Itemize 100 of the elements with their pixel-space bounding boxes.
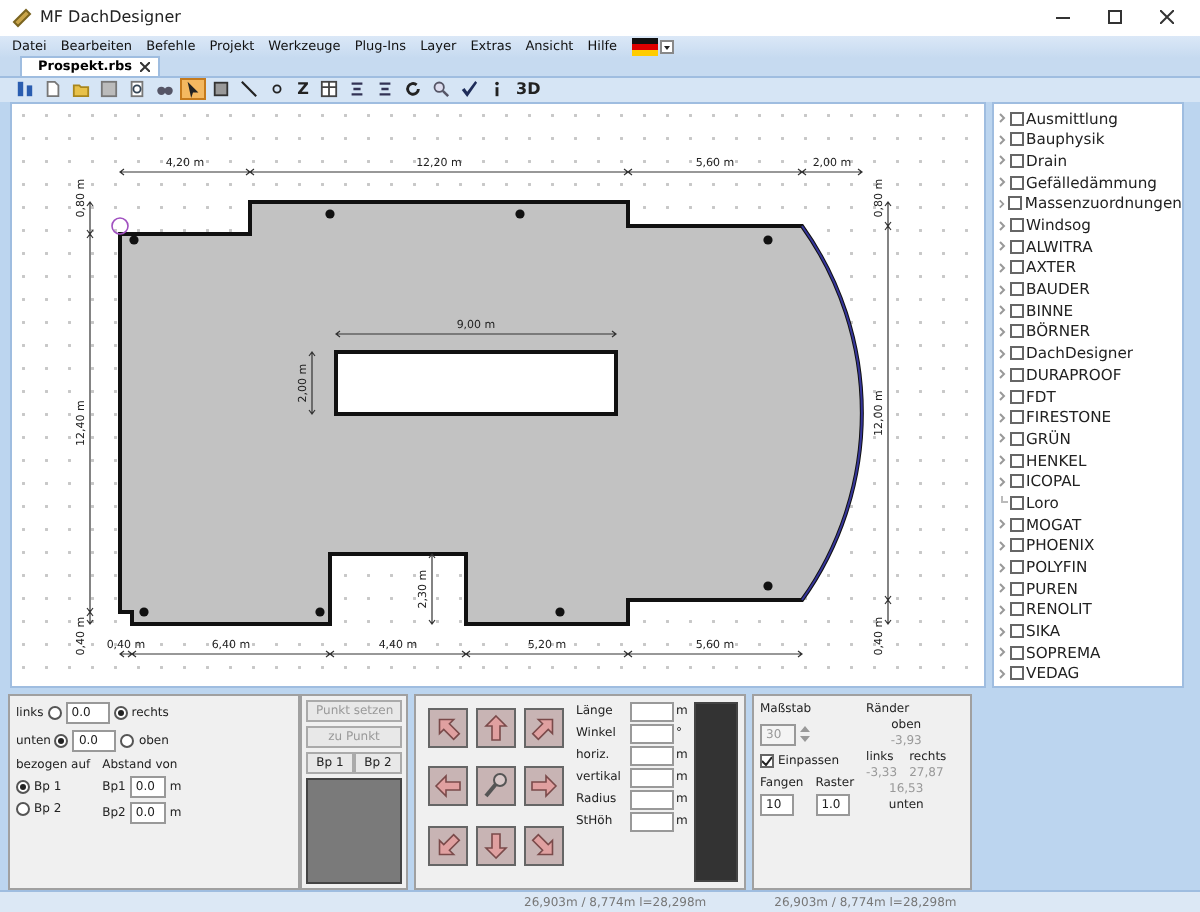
arrow-button[interactable] [524,707,564,748]
arrow-icon [482,713,510,742]
checkbox[interactable] [1010,410,1024,425]
expand-icon[interactable] [998,304,1008,317]
checkbox[interactable] [1010,645,1024,660]
checkbox[interactable] [1010,239,1024,254]
expand-icon[interactable] [998,561,1008,573]
checkbox[interactable] [1010,111,1024,126]
checkbox[interactable] [1010,175,1024,190]
checkbox[interactable] [1010,389,1024,403]
expand-icon[interactable] [998,539,1008,552]
checkbox[interactable] [1010,581,1024,596]
input-field[interactable] [630,767,674,788]
expand-icon[interactable] [998,154,1008,167]
layers-tool-button[interactable] [12,78,38,101]
checkbox[interactable] [1010,324,1024,339]
checkbox[interactable] [1010,431,1024,446]
checkbox[interactable] [1010,624,1024,639]
flag-icon[interactable] [631,37,658,56]
radio-button[interactable] [113,705,128,720]
expand-icon[interactable] [998,667,1008,680]
radio-button[interactable] [16,779,30,794]
arrow-button[interactable] [428,766,468,807]
expand-icon[interactable] [998,475,1008,488]
expand-icon[interactable] [998,432,1008,445]
dimension-line [428,552,436,625]
toolbar-button[interactable]: 3D [512,78,545,101]
dimension-line [308,350,316,415]
checkbox[interactable] [1010,495,1024,510]
input-field[interactable] [630,745,674,766]
expand-icon[interactable] [998,347,1008,360]
validate-icon [460,80,478,99]
select-tool-button[interactable] [180,78,206,101]
expand-icon[interactable] [998,240,1008,253]
app-icon [12,7,32,28]
expand-icon[interactable] [998,368,1008,381]
arrow-button[interactable] [524,766,564,807]
folder-icon [72,80,90,99]
checkbox[interactable] [1010,346,1024,361]
checkbox[interactable] [1010,474,1024,489]
expand-icon[interactable] [998,283,1008,296]
expand-icon[interactable] [998,197,1007,210]
checkbox[interactable] [1010,560,1024,574]
dropdown-icon[interactable] [659,39,674,54]
expand-icon[interactable] [998,411,1008,424]
radio-button[interactable] [54,733,69,748]
close-icon[interactable] [140,61,150,72]
radio-button[interactable] [47,705,62,720]
radio-button[interactable] [120,733,135,748]
key-icon [482,772,510,801]
checkbox[interactable] [1010,260,1024,275]
expand-icon[interactable] [998,454,1008,467]
expand-icon[interactable] [998,582,1008,595]
checkbox[interactable] [760,753,774,768]
input-field[interactable] [630,701,674,722]
checkbox[interactable] [1010,666,1024,681]
expand-icon[interactable] [998,176,1008,189]
input-field[interactable] [630,811,674,832]
expand-icon[interactable] [998,390,1008,402]
checkbox[interactable] [1010,132,1024,147]
expand-icon[interactable] [998,518,1008,531]
checkbox[interactable] [1008,196,1023,211]
expand-icon[interactable] [998,112,1008,125]
checkbox[interactable] [1010,303,1024,318]
expand-icon[interactable] [998,646,1008,659]
checkbox[interactable] [1010,282,1024,297]
toolbar-button[interactable]: Z [292,78,314,101]
radio-button[interactable] [16,801,30,816]
arrow-button[interactable] [428,707,468,748]
arrow-button[interactable] [476,825,516,866]
checkbox[interactable] [1010,453,1024,468]
close-icon [1159,10,1173,25]
refresh-icon [404,80,422,99]
zoom-tool-button[interactable] [428,78,454,101]
save-icon [100,80,118,99]
line-tool-button[interactable] [236,78,262,101]
expand-icon[interactable] [998,219,1008,231]
table-tool-button[interactable] [316,78,342,101]
checkbox[interactable] [1010,538,1024,553]
arrow-button[interactable] [524,825,564,866]
checkbox[interactable] [1010,602,1024,617]
expand-icon[interactable] [998,325,1008,338]
input-field[interactable] [630,723,674,744]
arrow-button[interactable] [428,825,468,866]
expand-icon[interactable] [998,261,1008,274]
checkbox[interactable] [1010,153,1024,168]
expand-icon[interactable] [998,133,1008,146]
key-button[interactable] [476,766,516,807]
point-icon [268,80,286,99]
expand-icon[interactable] [998,625,1008,638]
check-tool-button[interactable] [456,78,482,101]
checkbox[interactable] [1010,218,1024,232]
expand-icon[interactable] [998,603,1008,616]
input-field[interactable] [630,789,674,810]
arrow-icon [530,713,558,742]
rect-tool-button[interactable] [208,78,234,101]
checkbox[interactable] [1010,517,1024,532]
refresh-tool-button[interactable] [400,78,426,101]
checkbox[interactable] [1010,367,1024,382]
arrow-button[interactable] [476,707,516,748]
